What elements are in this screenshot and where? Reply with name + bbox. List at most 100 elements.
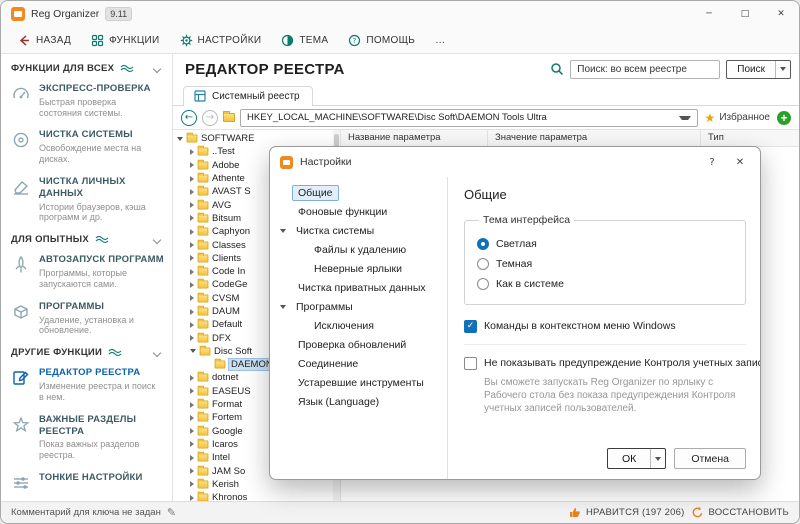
sidebar-item-autorun-programs[interactable]: АВТОЗАПУСК ПРОГРАММ Программы, которые з…: [1, 249, 172, 295]
favorites-button[interactable]: ★ Избранное: [703, 112, 772, 124]
tree-chevron-icon[interactable]: [190, 388, 194, 394]
help-menu-button[interactable]: ? ПОМОЩЬ: [339, 30, 424, 51]
checkbox-uac-warning[interactable]: Не показывать предупреждение Контроля уч…: [464, 354, 746, 372]
tree-chevron-icon[interactable]: [190, 282, 194, 288]
tree-chevron-icon[interactable]: [190, 309, 194, 315]
category-chevron-icon[interactable]: [280, 229, 286, 233]
nav-back-button[interactable]: ←: [181, 110, 197, 126]
settings-category-item[interactable]: Язык (Language): [270, 392, 447, 411]
address-dropdown-icon[interactable]: [679, 116, 691, 120]
search-dropdown-button[interactable]: [775, 61, 790, 78]
tab-system-registry[interactable]: Системный реестр: [183, 86, 313, 106]
tree-chevron-icon[interactable]: [190, 189, 194, 195]
back-menu-button[interactable]: НАЗАД: [9, 30, 80, 51]
search-button[interactable]: Поиск: [726, 60, 791, 79]
tree-chevron-icon[interactable]: [190, 335, 194, 341]
tree-chevron-icon[interactable]: [190, 468, 194, 474]
tree-chevron-icon[interactable]: [190, 149, 194, 155]
settings-menu-button[interactable]: НАСТРОЙКИ: [171, 30, 271, 51]
functions-menu-button[interactable]: ФУНКЦИИ: [82, 30, 168, 51]
radio-icon[interactable]: [477, 258, 489, 270]
add-favorite-button[interactable]: +: [777, 111, 791, 125]
thumbs-up-icon: [568, 506, 581, 519]
settings-category-item[interactable]: Чистка приватных данных: [270, 278, 447, 297]
section-header-label: ДРУГИЕ ФУНКЦИИ: [11, 347, 102, 358]
ok-dropdown-button[interactable]: [650, 449, 665, 468]
theme-menu-button[interactable]: ТЕМА: [272, 30, 337, 51]
sidebar-item-fine-tuning[interactable]: ТОНКИЕ НАСТРОЙКИ: [1, 467, 172, 499]
radio-light-theme[interactable]: Светлая: [477, 234, 733, 254]
tree-chevron-icon[interactable]: [190, 428, 194, 434]
settings-category-item[interactable]: Исключения: [270, 316, 447, 335]
checkbox-icon[interactable]: [464, 320, 477, 333]
sidebar-item-programs[interactable]: ПРОГРАММЫ Удаление, установка и обновлен…: [1, 296, 172, 342]
category-chevron-icon[interactable]: [280, 305, 286, 309]
sidebar-section-functions-for-all[interactable]: ФУНКЦИИ ДЛЯ ВСЕХ: [1, 58, 172, 78]
column-header-name[interactable]: Название параметра: [341, 130, 488, 146]
sidebar-item-important-registry-sections[interactable]: ВАЖНЫЕ РАЗДЕЛЫ РЕЕСТРА Показ важных разд…: [1, 409, 172, 467]
tree-chevron-icon[interactable]: [190, 255, 194, 261]
checkbox-context-menu[interactable]: Команды в контекстном меню Windows: [464, 317, 746, 335]
sidebar-section-for-experienced[interactable]: ДЛЯ ОПЫТНЫХ: [1, 229, 172, 249]
tree-chevron-icon[interactable]: [190, 481, 194, 487]
edit-comment-icon[interactable]: ✎: [167, 506, 176, 519]
tree-chevron-icon[interactable]: [190, 455, 194, 461]
minimize-button[interactable]: ─: [691, 1, 727, 27]
sidebar-item-registry-editor[interactable]: РЕДАКТОР РЕЕСТРА Изменение реестра и пои…: [1, 362, 172, 408]
settings-category-item[interactable]: Соединение: [270, 354, 447, 373]
maximize-button[interactable]: □: [727, 1, 763, 27]
folder-icon: [200, 347, 211, 355]
radio-icon[interactable]: [477, 278, 489, 290]
dialog-close-button[interactable]: ✕: [726, 151, 754, 173]
search-scope-select[interactable]: Поиск: во всем реестре: [570, 60, 720, 79]
settings-category-item[interactable]: Устаревшие инструменты: [270, 373, 447, 392]
registry-tree-item[interactable]: Khronos: [173, 491, 340, 501]
close-button[interactable]: ✕: [763, 1, 799, 27]
restore-icon: [691, 506, 704, 519]
tree-chevron-icon[interactable]: [190, 322, 194, 328]
tree-chevron-icon[interactable]: [190, 176, 194, 182]
radio-system-theme[interactable]: Как в системе: [477, 274, 733, 294]
sidebar-item-express-check[interactable]: ЭКСПРЕСС-ПРОВЕРКА Быстрая проверка состо…: [1, 78, 172, 124]
settings-category-item[interactable]: Общие: [270, 183, 447, 202]
sidebar-item-private-data-cleanup[interactable]: ЧИСТКА ЛИЧНЫХ ДАННЫХ Истории браузеров, …: [1, 171, 172, 229]
cancel-button[interactable]: Отмена: [674, 448, 746, 469]
settings-category-item[interactable]: Фоновые функции: [270, 202, 447, 221]
column-header-type[interactable]: Тип: [701, 130, 799, 146]
tree-chevron-icon[interactable]: [190, 229, 194, 235]
settings-category-item[interactable]: Проверка обновлений: [270, 335, 447, 354]
radio-dark-theme[interactable]: Темная: [477, 254, 733, 274]
like-button[interactable]: НРАВИТСЯ (197 206): [568, 506, 685, 519]
settings-category-item[interactable]: Неверные ярлыки: [270, 259, 447, 278]
dialog-title: Настройки: [300, 156, 352, 168]
tree-chevron-icon[interactable]: [190, 349, 196, 353]
sidebar-section-other-functions[interactable]: ДРУГИЕ ФУНКЦИИ: [1, 342, 172, 362]
nav-forward-button[interactable]: →: [202, 110, 218, 126]
settings-category-item[interactable]: Файлы к удалению: [270, 240, 447, 259]
tree-chevron-icon[interactable]: [190, 295, 194, 301]
tree-chevron-icon[interactable]: [190, 269, 194, 275]
column-header-value[interactable]: Значение параметра: [488, 130, 701, 146]
tree-chevron-icon[interactable]: [190, 441, 194, 447]
restore-button[interactable]: ВОССТАНОВИТЬ: [691, 506, 790, 519]
tree-chevron-icon[interactable]: [190, 495, 194, 501]
more-menu-button[interactable]: …: [426, 31, 454, 50]
address-combobox[interactable]: HKEY_LOCAL_MACHINE\SOFTWARE\Disc Soft\DA…: [240, 109, 698, 127]
folder-icon: [223, 113, 235, 122]
tree-chevron-icon[interactable]: [190, 375, 194, 381]
tree-chevron-icon[interactable]: [190, 402, 194, 408]
tree-chevron-icon[interactable]: [190, 162, 194, 168]
dialog-help-button[interactable]: ?: [698, 151, 726, 173]
radio-icon[interactable]: [477, 238, 489, 250]
settings-category-item[interactable]: Чистка системы: [270, 221, 447, 240]
settings-category-item[interactable]: Программы: [270, 297, 447, 316]
registry-tree-item[interactable]: SOFTWARE: [173, 132, 340, 145]
tree-chevron-icon[interactable]: [190, 215, 194, 221]
ok-button[interactable]: ОК: [607, 448, 666, 469]
tree-chevron-icon[interactable]: [190, 415, 194, 421]
tree-chevron-icon[interactable]: [190, 242, 194, 248]
tree-chevron-icon[interactable]: [177, 137, 183, 141]
checkbox-icon[interactable]: [464, 357, 477, 370]
sidebar-item-system-cleanup[interactable]: ЧИСТКА СИСТЕМЫ Освобождение места на дис…: [1, 124, 172, 170]
tree-chevron-icon[interactable]: [190, 202, 194, 208]
